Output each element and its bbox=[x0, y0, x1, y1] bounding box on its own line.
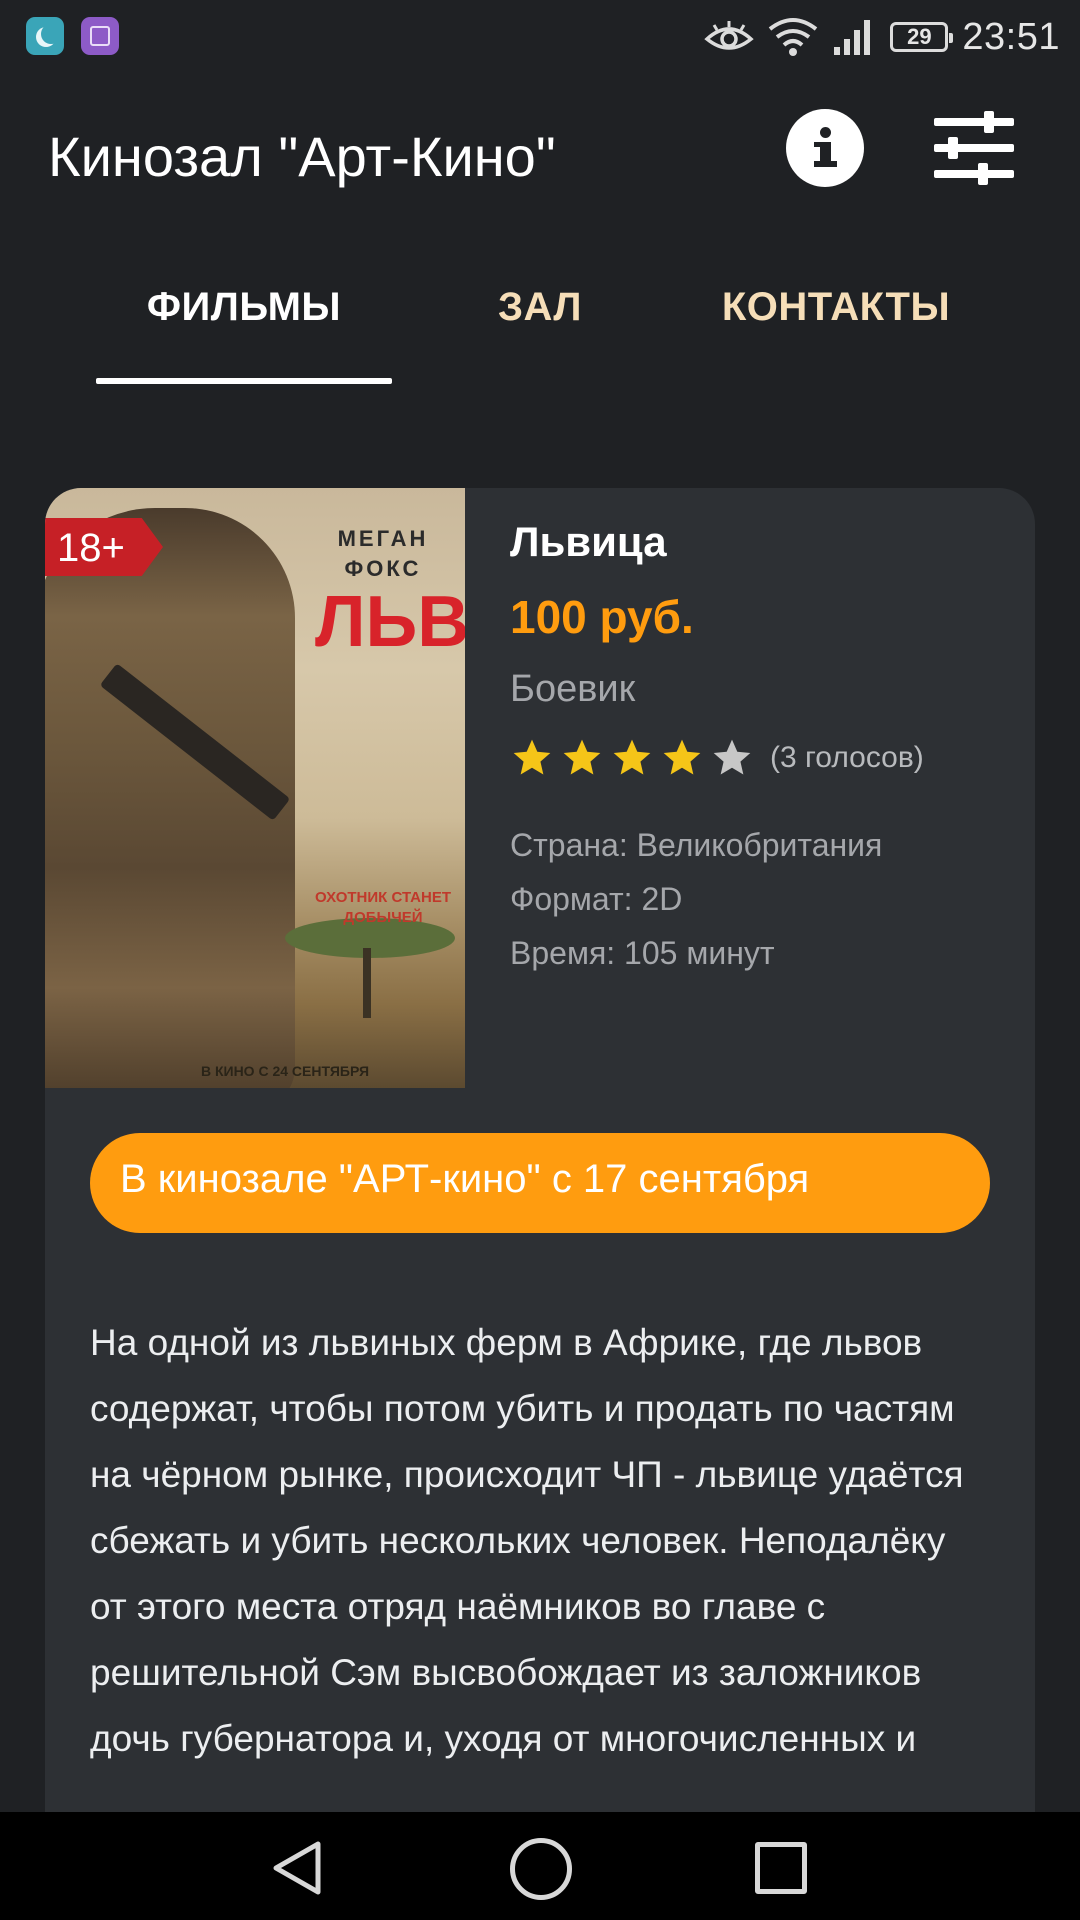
sleep-app-icon bbox=[26, 17, 64, 55]
rating-votes: (3 голосов) bbox=[770, 741, 924, 774]
wifi-icon bbox=[769, 18, 818, 56]
recent-apps-icon[interactable] bbox=[755, 1842, 807, 1894]
movie-title: Львица bbox=[510, 518, 667, 565]
movie-format: Формат: 2D bbox=[510, 881, 683, 917]
movie-country: Страна: Великобритания bbox=[510, 827, 883, 863]
home-icon[interactable] bbox=[510, 1838, 572, 1900]
showing-dates-label: В кинозале "АРТ-кино" с 17 сентября bbox=[120, 1157, 810, 1201]
app-title: Кинозал "Арт-Кино" bbox=[48, 125, 556, 188]
gallery-app-icon bbox=[81, 17, 119, 55]
eye-icon bbox=[704, 21, 755, 50]
poster-title: ЛЬВИЦА bbox=[315, 582, 465, 662]
app-bar: Кинозал "Арт-Кино" bbox=[0, 74, 1080, 224]
tab-hall[interactable]: ЗАЛ bbox=[392, 285, 688, 330]
system-nav-bar bbox=[0, 1812, 1080, 1920]
poster-release-date: В КИНО С 24 СЕНТЯБРЯ bbox=[200, 1063, 370, 1079]
status-bar: 29 23:51 bbox=[0, 0, 1080, 74]
star-icon bbox=[513, 739, 551, 775]
star-icon bbox=[613, 739, 651, 775]
movie-details: Страна: Великобритания Формат: 2D Время:… bbox=[510, 818, 882, 980]
rating: (3 голосов) bbox=[510, 736, 924, 780]
age-rating-label: 18+ bbox=[57, 526, 125, 570]
star-icon bbox=[663, 739, 701, 775]
tab-contacts[interactable]: КОНТАКТЫ bbox=[688, 285, 984, 330]
info-button[interactable] bbox=[786, 109, 864, 187]
movie-description: На одной из львиных ферм в Африке, где л… bbox=[90, 1322, 964, 1759]
active-tab-indicator bbox=[96, 378, 392, 384]
tab-films[interactable]: ФИЛЬМЫ bbox=[96, 285, 392, 330]
showing-dates-button[interactable]: В кинозале "АРТ-кино" с 17 сентября bbox=[90, 1133, 990, 1233]
star-icon bbox=[563, 739, 601, 775]
poster-tree-trunk bbox=[363, 948, 371, 1018]
clock: 23:51 bbox=[962, 15, 1060, 58]
star-icon bbox=[713, 739, 751, 775]
poster-tagline: ОХОТНИК СТАНЕТ ДОБЫЧЕЙ bbox=[315, 889, 451, 926]
battery-icon: 29 bbox=[890, 22, 954, 52]
poster-cast: МЕГАН ФОКС bbox=[337, 526, 429, 581]
rating-stars bbox=[510, 736, 760, 780]
movie-card[interactable]: МЕГАН ФОКС ЛЬВИЦА ОХОТНИК СТАНЕТ ДОБЫЧЕЙ… bbox=[45, 488, 1035, 1848]
back-icon[interactable] bbox=[270, 1840, 324, 1896]
signal-icon bbox=[834, 20, 871, 55]
battery-level: 29 bbox=[907, 24, 932, 49]
movie-duration: Время: 105 минут bbox=[510, 935, 775, 971]
movie-genre: Боевик bbox=[510, 668, 636, 710]
movie-poster[interactable]: МЕГАН ФОКС ЛЬВИЦА ОХОТНИК СТАНЕТ ДОБЫЧЕЙ… bbox=[45, 488, 465, 1088]
movie-price: 100 руб. bbox=[510, 591, 694, 643]
tab-bar: ФИЛЬМЫ ЗАЛ КОНТАКТЫ bbox=[0, 260, 1080, 386]
age-rating-badge: 18+ bbox=[45, 518, 163, 576]
filter-settings-button[interactable] bbox=[934, 111, 1016, 185]
